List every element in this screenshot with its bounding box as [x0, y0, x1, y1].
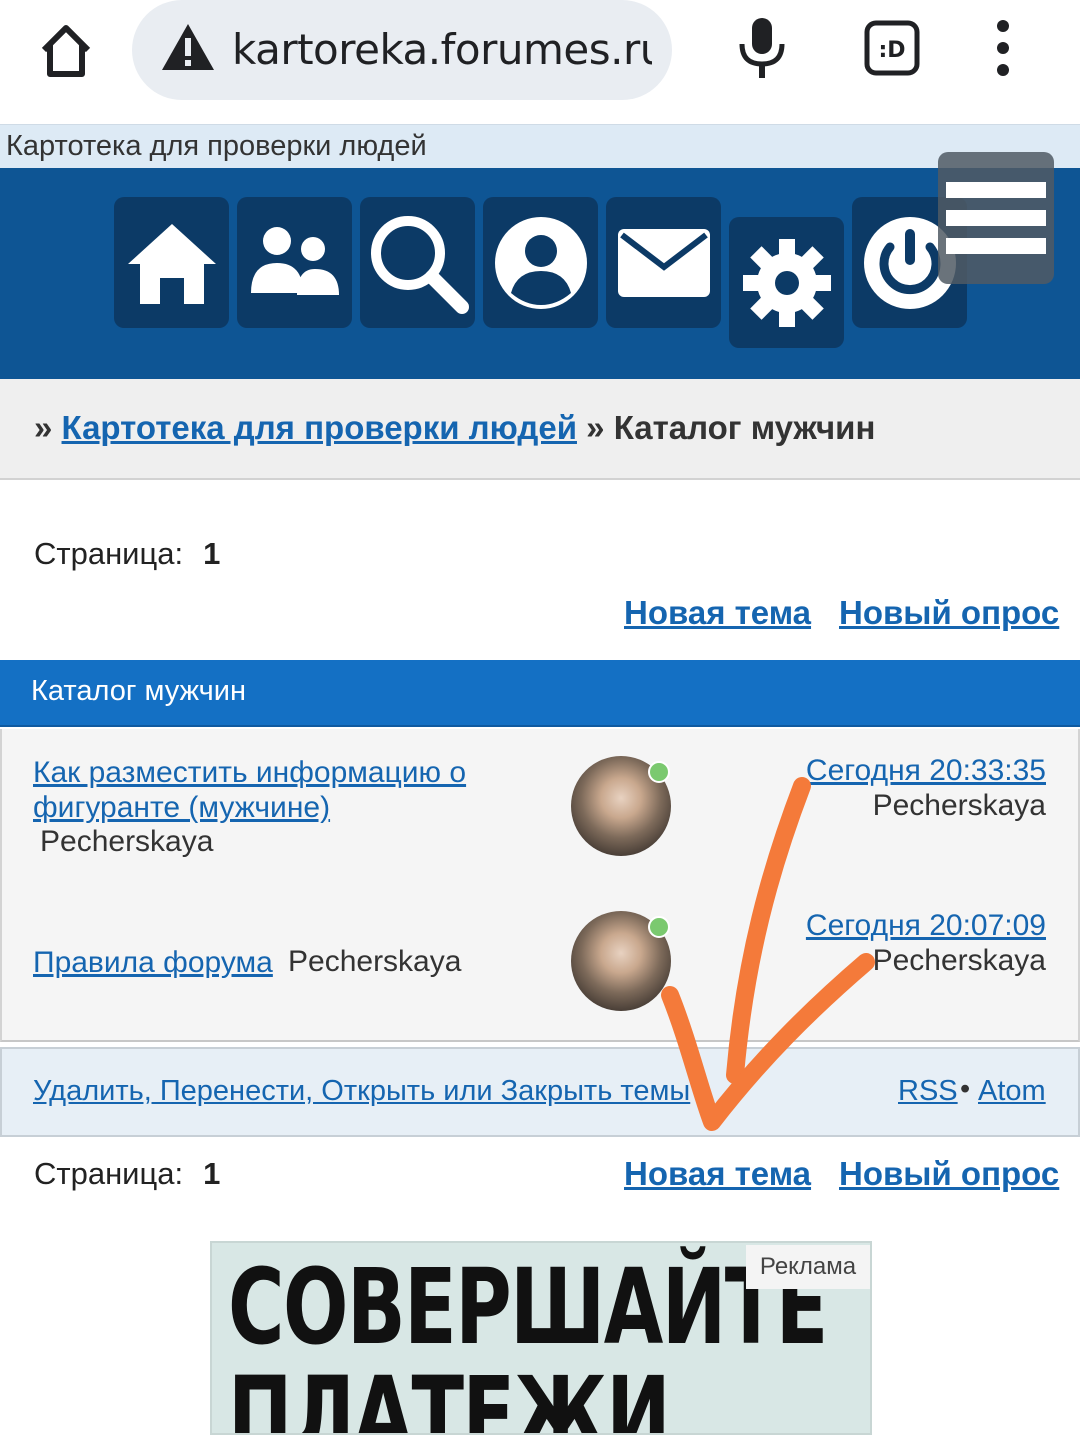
messages-icon[interactable] — [606, 197, 721, 328]
advertisement-banner[interactable]: СОВЕРШАЙТЕ ПЛАТЕЖИ Реклама — [210, 1241, 872, 1435]
breadcrumb-separator: » — [586, 409, 605, 446]
browser-toolbar: kartoreka.forumes.ru/ :D — [0, 0, 1080, 124]
feed-separator: • — [960, 1073, 971, 1105]
topic-author[interactable]: Pecherskaya — [40, 825, 213, 859]
search-icon[interactable] — [360, 197, 475, 328]
new-topic-link[interactable]: Новая тема — [624, 1155, 811, 1193]
site-title-bar: Картотека для проверки людей — [0, 124, 1080, 168]
new-topic-link[interactable]: Новая тема — [624, 594, 811, 632]
rss-link[interactable]: RSS — [898, 1075, 958, 1108]
pagination: Страница: 1 — [34, 1156, 220, 1192]
topic-author[interactable]: Pecherskaya — [288, 945, 461, 979]
svg-text::D: :D — [878, 38, 905, 63]
pagination-label: Страница: — [34, 1156, 184, 1191]
home-icon[interactable] — [114, 197, 229, 328]
pagination-current-page: 1 — [203, 1156, 221, 1191]
pagination-label: Страница: — [34, 536, 184, 571]
online-status-dot — [648, 761, 670, 783]
new-poll-link[interactable]: Новый опрос — [839, 594, 1059, 632]
more-vert-icon[interactable] — [986, 18, 1020, 78]
new-poll-link[interactable]: Новый опрос — [839, 1155, 1059, 1193]
breadcrumb-separator: » — [34, 409, 53, 446]
ad-headline-line: СОВЕРШАЙТЕ — [228, 1246, 828, 1368]
url-text[interactable]: kartoreka.forumes.ru/ — [232, 22, 652, 78]
breadcrumb-current: Каталог мужчин — [613, 409, 876, 446]
atom-link[interactable]: Atom — [978, 1075, 1046, 1108]
ad-headline: СОВЕРШАЙТЕ ПЛАТЕЖИ — [228, 1246, 828, 1435]
hamburger-icon[interactable] — [938, 152, 1054, 284]
users-icon[interactable] — [237, 197, 352, 328]
warning-icon[interactable] — [160, 22, 216, 72]
last-post-author[interactable]: Pecherskaya — [873, 789, 1046, 823]
ad-headline-line: ПЛАТЕЖИ — [228, 1354, 671, 1435]
topic-title-link[interactable]: Как разместить информацию о фигуранте (м… — [33, 755, 503, 825]
topic-list: Как разместить информацию о фигуранте (м… — [0, 729, 1080, 1042]
extension-icon[interactable]: :D — [864, 20, 920, 76]
forum-header-title: Каталог мужчин — [31, 675, 246, 707]
settings-icon[interactable] — [729, 217, 844, 348]
profile-icon[interactable] — [483, 197, 598, 328]
mic-icon[interactable] — [734, 16, 790, 80]
ad-label: Реклама — [746, 1245, 870, 1289]
moderation-bar: Удалить, Перенести, Открыть или Закрыть … — [0, 1047, 1080, 1137]
last-post-author[interactable]: Pecherskaya — [873, 944, 1046, 978]
forum-nav-band — [0, 168, 1080, 379]
last-post-date-link[interactable]: Сегодня 20:33:35 — [806, 754, 1046, 788]
topic-title-link[interactable]: Правила форума — [33, 945, 273, 980]
home-icon[interactable] — [30, 14, 102, 86]
breadcrumb: » Картотека для проверки людей » Каталог… — [0, 379, 1080, 480]
last-post-date-link[interactable]: Сегодня 20:07:09 — [806, 909, 1046, 943]
site-title: Картотека для проверки людей — [6, 130, 427, 162]
forum-header: Каталог мужчин — [0, 660, 1080, 727]
pagination: Страница: 1 — [34, 536, 220, 572]
pagination-current-page: 1 — [203, 536, 221, 571]
online-status-dot — [648, 916, 670, 938]
breadcrumb-link-home[interactable]: Картотека для проверки людей — [62, 409, 577, 446]
moderate-topics-link[interactable]: Удалить, Перенести, Открыть или Закрыть … — [33, 1075, 690, 1108]
